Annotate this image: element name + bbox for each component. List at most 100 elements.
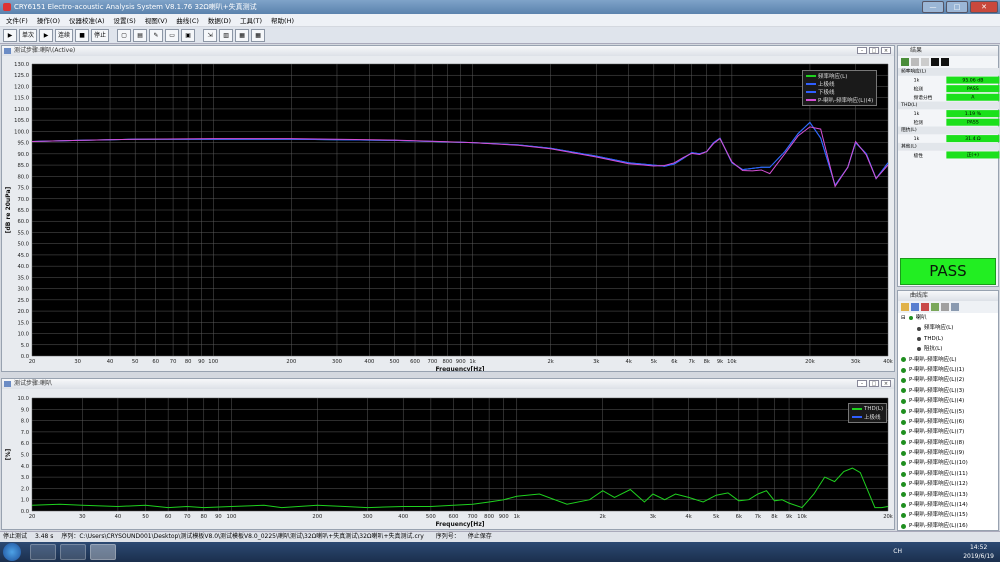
x-tick-label: 80 (185, 359, 192, 365)
x-tick-label: 30 (74, 359, 81, 365)
x-tick-label: 8k (704, 359, 710, 365)
split-icon[interactable]: ▦ (235, 28, 250, 42)
bottom-chart-legend: THD(L) 上极线 (848, 403, 888, 423)
clock-time: 14:52 (969, 544, 988, 551)
close-button[interactable]: ✕ (970, 1, 998, 13)
menu-operation[interactable]: 操作(O) (37, 15, 60, 25)
menu-view[interactable]: 视图(V) (145, 15, 168, 25)
panel-restore-button[interactable]: □ (869, 47, 879, 54)
thd-chart[interactable]: 20 30 40 50 60 70 80 90 100 200 300 400 500 600 700 800… (2, 389, 894, 529)
curve-item[interactable]: P-喇叭-频率响应(L)(4) (901, 396, 998, 406)
result-value: 正(+) (946, 151, 1000, 159)
menu-data[interactable]: 数据(D) (208, 15, 231, 25)
menu-file[interactable]: 文件(F) (6, 15, 28, 25)
curve-item[interactable]: P-喇叭-频率响应(L)(16) (901, 521, 998, 530)
ime-indicator[interactable]: CH (893, 548, 902, 555)
curve-item[interactable]: P-喇叭-频率响应(L)(2) (901, 375, 998, 385)
x-tick-label: 9k (717, 359, 723, 365)
curve-item[interactable]: P-喇叭-频率响应(L)(15) (901, 510, 998, 520)
menu-tools[interactable]: 工具(T) (240, 15, 262, 25)
curve-item[interactable]: P-喇叭-频率响应(L)(11) (901, 469, 998, 479)
x-tick-label: 40k (883, 359, 893, 365)
add-icon[interactable] (931, 303, 939, 311)
result-value: 31.4 Ω (946, 135, 1000, 143)
curve-item[interactable]: P-喇叭-频率响应(L)(8) (901, 438, 998, 448)
y-tick-label: 125.0 (14, 73, 29, 79)
filter-icon[interactable] (921, 58, 929, 66)
y-tick-label: 10.0 (17, 332, 29, 338)
table-icon[interactable] (901, 58, 909, 66)
app-taskbar-icon[interactable] (90, 544, 116, 560)
curve-item[interactable]: P-喇叭-频率响应(L)(7) (901, 427, 998, 437)
stop-button[interactable]: 停止 (91, 28, 110, 42)
menu-help[interactable]: 帮助(H) (271, 15, 294, 25)
menu-curve[interactable]: 曲线(C) (176, 15, 199, 25)
result-panel: 结果 频率响应(L) 1k 95.06 dB 检测 PASS 频谱分档 A THD(L… (897, 45, 1000, 287)
save-icon[interactable]: ▣ (181, 28, 196, 42)
chart-icon[interactable]: ▤ (133, 28, 148, 42)
clock[interactable]: 14:52 2019/6/19 (963, 543, 994, 561)
layout-icon[interactable]: ▥ (219, 28, 234, 42)
minimize-button[interactable]: — (922, 1, 944, 13)
continuous-button[interactable]: 连续 (55, 28, 74, 42)
tree-child[interactable]: 阻抗(L) (901, 344, 998, 354)
curve-item[interactable]: P-喇叭-频率响应(L)(9) (901, 448, 998, 458)
panel-icon (4, 381, 11, 387)
status-state: 停止测试 (3, 533, 28, 540)
tree-root[interactable]: ⊟ 喇叭 (901, 313, 998, 323)
folder-icon[interactable]: ▭ (165, 28, 180, 42)
dropdown-icon[interactable] (931, 58, 939, 66)
x-tick-label: 60 (165, 514, 172, 520)
curve-item[interactable]: P-喇叭-频率响应(L)(13) (901, 490, 998, 500)
folder-icon[interactable] (901, 303, 909, 311)
curve-item[interactable]: P-喇叭-频率响应(L)(12) (901, 479, 998, 489)
frequency-response-chart[interactable]: 20 30 40 50 60 70 80 90 100 200 300 400 500 600 700 800… (2, 56, 894, 373)
minus-icon[interactable] (941, 58, 949, 66)
panel-close-button[interactable]: × (881, 47, 891, 54)
edit-icon[interactable]: ✎ (149, 28, 164, 42)
x-tick-label: 10k (727, 359, 737, 365)
new-file-icon[interactable]: ▢ (117, 28, 132, 42)
panel-restore-button[interactable]: □ (869, 380, 879, 387)
delete-icon[interactable] (921, 303, 929, 311)
curve-item[interactable]: P-喇叭-频率响应(L)(1) (901, 365, 998, 375)
status-bar: 停止测试 3.48 s 序列：C:\Users\CRYSOUND001\Desk… (0, 531, 1000, 542)
maximize-button[interactable]: □ (946, 1, 968, 13)
import-icon[interactable] (911, 303, 919, 311)
panel-close-button[interactable]: × (881, 380, 891, 387)
settings-icon[interactable] (951, 303, 959, 311)
play-icon[interactable]: ▶ (3, 28, 17, 42)
curve-item[interactable]: P-喇叭-频率响应(L)(6) (901, 417, 998, 427)
explorer-icon[interactable] (60, 544, 86, 560)
y-tick-label: 75.0 (17, 186, 29, 192)
x-tick-label: 90 (198, 359, 205, 365)
panel-minimize-button[interactable]: – (857, 380, 867, 387)
result-group[interactable]: THD(L) (898, 101, 1000, 110)
y-tick-label: 0.0 (21, 509, 29, 515)
menu-settings[interactable]: 设置(S) (114, 15, 136, 25)
x-tick-label: 70 (184, 514, 191, 520)
expand-icon[interactable]: ⊟ (901, 313, 906, 323)
single-button[interactable]: 单次 (19, 28, 38, 42)
y-tick-label: 0.0 (21, 354, 29, 360)
curve-item[interactable]: P-喇叭-频率响应(L)(14) (901, 500, 998, 510)
result-group[interactable]: 频率响应(L) (898, 68, 1000, 76)
panel-minimize-button[interactable]: – (857, 47, 867, 54)
curve-item[interactable]: P-喇叭-频率响应(L) (901, 355, 998, 365)
start-button[interactable] (3, 543, 21, 561)
menu-calibration[interactable]: 仪器校准(A) (69, 15, 105, 25)
loop-icon[interactable]: ▶ (39, 28, 54, 42)
ie-icon[interactable] (30, 544, 56, 560)
export-icon[interactable] (941, 303, 949, 311)
tree-child[interactable]: 频率响应(L) (901, 323, 998, 333)
curve-item[interactable]: P-喇叭-频率响应(L)(5) (901, 407, 998, 417)
curve-item[interactable]: P-喇叭-频率响应(L)(10) (901, 458, 998, 468)
export-icon[interactable]: ⇲ (203, 28, 218, 42)
copy-icon[interactable] (911, 58, 919, 66)
stop-icon[interactable]: ■ (75, 28, 90, 42)
result-group[interactable]: 其他(L) (898, 142, 1000, 151)
tree-child[interactable]: THD(L) (901, 334, 998, 344)
grid-icon[interactable]: ▦ (251, 28, 266, 42)
curve-item[interactable]: P-喇叭-频率响应(L)(3) (901, 386, 998, 396)
result-group[interactable]: 阻抗(L) (898, 126, 1000, 135)
